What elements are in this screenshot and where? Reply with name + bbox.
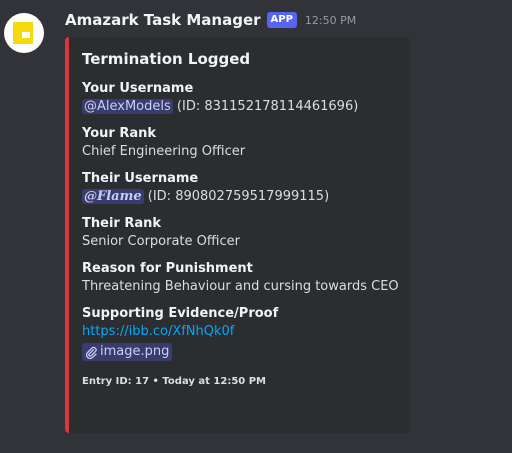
field-your-username: Your Username @AlexModels (ID: 831152178… bbox=[82, 80, 402, 117]
field-value: Threatening Behaviour and cursing toward… bbox=[82, 279, 399, 294]
app-badge: APP bbox=[266, 12, 297, 28]
field-value: Senior Corporate Officer bbox=[82, 234, 240, 249]
field-your-rank: Your Rank Chief Engineering Officer bbox=[82, 125, 402, 162]
field-name: Supporting Evidence/Proof bbox=[82, 306, 279, 321]
field-evidence: Supporting Evidence/Proof https://ibb.co… bbox=[82, 305, 402, 366]
field-value: @AlexModels (ID: 831152178114461696) bbox=[82, 97, 402, 117]
field-name: Your Rank bbox=[82, 126, 157, 141]
attachment-link[interactable]: image.png bbox=[82, 343, 173, 361]
message-header: Amazark Task Manager APP 12:50 PM bbox=[65, 11, 356, 29]
termination-embed: Termination Logged Your Username @AlexMo… bbox=[65, 37, 410, 433]
field-name: Their Rank bbox=[82, 216, 162, 231]
embed-title: Termination Logged bbox=[82, 50, 251, 68]
paperclip-icon bbox=[85, 346, 97, 359]
field-value: @Flame (ID: 890802759517999115) bbox=[82, 187, 402, 207]
field-reason: Reason for Punishment Threatening Behavi… bbox=[82, 260, 402, 297]
field-their-rank: Their Rank Senior Corporate Officer bbox=[82, 215, 402, 252]
message-timestamp[interactable]: 12:50 PM bbox=[305, 14, 356, 27]
field-name: Their Username bbox=[82, 171, 199, 186]
bot-message: Amazark Task Manager APP 12:50 PM Termin… bbox=[0, 0, 512, 453]
author-name[interactable]: Amazark Task Manager bbox=[65, 11, 261, 29]
field-value: Chief Engineering Officer bbox=[82, 144, 246, 159]
user-mention[interactable]: @AlexModels bbox=[82, 99, 173, 114]
field-value: https://ibb.co/XfNhQk0f image.png bbox=[82, 322, 402, 366]
evidence-link[interactable]: https://ibb.co/XfNhQk0f bbox=[82, 322, 402, 342]
yellow-square-logo-icon bbox=[13, 22, 35, 44]
attachment-filename: image.png bbox=[100, 344, 170, 359]
avatar[interactable] bbox=[4, 13, 44, 53]
user-mention[interactable]: @Flame bbox=[82, 189, 144, 204]
user-id: (ID: 890802759517999115) bbox=[147, 189, 330, 204]
embed-footer: Entry ID: 17 • Today at 12:50 PM bbox=[82, 375, 266, 387]
field-name: Your Username bbox=[82, 81, 194, 96]
user-id: (ID: 831152178114461696) bbox=[176, 99, 359, 114]
field-name: Reason for Punishment bbox=[82, 261, 253, 276]
field-their-username: Their Username @Flame (ID: 8908027595179… bbox=[82, 170, 402, 207]
